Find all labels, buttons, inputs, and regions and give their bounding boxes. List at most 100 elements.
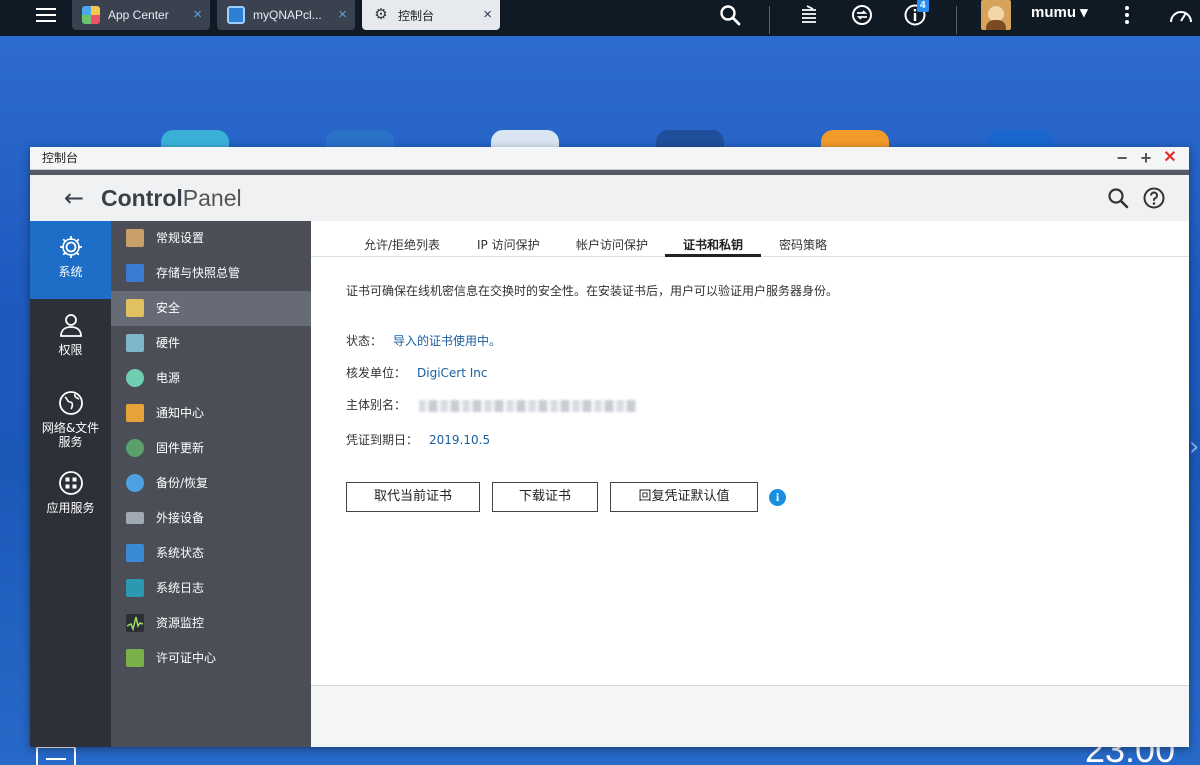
control-panel-header: ← ControlPanel xyxy=(30,175,1189,221)
sidebar-item-system-status[interactable]: 系统状态 xyxy=(111,536,311,571)
content-footer xyxy=(311,685,1189,747)
power-icon xyxy=(126,369,144,387)
chevron-right-icon[interactable]: › xyxy=(1189,432,1199,462)
sidebar-item-resource-monitor[interactable]: 资源监控 xyxy=(111,606,311,641)
status-value: 导入的证书使用中。 xyxy=(393,334,502,348)
tab-account-access-protection[interactable]: 帐户访问保护 xyxy=(576,238,648,252)
sidebar-item-backup[interactable]: 备份/恢复 xyxy=(111,466,311,501)
title-light: Panel xyxy=(182,185,242,211)
gear-icon xyxy=(59,236,82,258)
security-icon xyxy=(126,299,144,317)
sidebar-item-hardware[interactable]: 硬件 xyxy=(111,326,311,361)
username-menu[interactable]: mumu ▾ xyxy=(1031,4,1088,22)
license-icon xyxy=(126,649,144,667)
hardware-icon xyxy=(126,334,144,352)
download-certificate-button[interactable]: 下载证书 xyxy=(492,482,598,512)
category-label: 权限 xyxy=(58,343,83,357)
back-arrow-icon[interactable]: ← xyxy=(64,183,84,213)
sidebar-item-license[interactable]: 许可证中心 xyxy=(111,641,311,676)
title-bold: Control xyxy=(101,185,183,211)
restore-default-certificate-button[interactable]: 回复凭证默认值 xyxy=(610,482,758,512)
tab-password-policy[interactable]: 密码策略 xyxy=(779,238,827,252)
sync-icon[interactable] xyxy=(847,2,877,28)
category-label: 应用服务 xyxy=(46,501,95,515)
category-app-services[interactable]: 应用服务 xyxy=(30,457,111,535)
tab-control-panel[interactable]: ⚙ 控制台 × xyxy=(362,0,500,30)
sidebar-item-label: 外接设备 xyxy=(156,511,205,525)
subject-label: 主体别名： xyxy=(346,398,407,412)
info-icon[interactable]: 4 xyxy=(900,0,930,28)
close-icon[interactable]: × xyxy=(483,6,492,24)
sidebar-item-label: 常规设置 xyxy=(156,231,205,245)
tab-label: myQNAPcl... xyxy=(253,8,322,22)
sidebar-item-general-settings[interactable]: 常规设置 xyxy=(111,221,311,256)
divider xyxy=(956,6,957,34)
tab-myqnapcloud[interactable]: myQNAPcl... × xyxy=(217,0,355,30)
sidebar-item-label: 系统状态 xyxy=(156,546,205,560)
tab-bar: 允许/拒绝列表 IP 访问保护 帐户访问保护 证书和私钥 密码策略 xyxy=(311,221,1189,257)
expiry-value: 2019.10.5 xyxy=(429,433,491,447)
sidebar-item-firmware[interactable]: 固件更新 xyxy=(111,431,311,466)
notification-badge: 4 xyxy=(917,0,929,12)
help-icon[interactable] xyxy=(1143,187,1165,209)
replace-certificate-button[interactable]: 取代当前证书 xyxy=(346,482,480,512)
tab-ip-access-protection[interactable]: IP 访问保护 xyxy=(477,238,540,252)
certificate-description: 证书可确保在线机密信息在交换时的安全性。在安装证书后，用户可以验证用户服务器身份… xyxy=(346,284,839,298)
sidebar-item-power[interactable]: 电源 xyxy=(111,361,311,396)
search-icon[interactable] xyxy=(715,2,745,28)
page-title: ControlPanel xyxy=(101,184,242,212)
menu-icon[interactable] xyxy=(30,0,62,30)
sidebar-item-storage[interactable]: 存储与快照总管 xyxy=(111,256,311,291)
maximize-button[interactable]: + xyxy=(1136,148,1156,168)
gear-icon: ⚙ xyxy=(374,6,388,23)
sidebar-item-system-log[interactable]: 系统日志 xyxy=(111,571,311,606)
more-icon[interactable] xyxy=(1112,2,1142,28)
divider xyxy=(769,6,770,34)
sidebar-item-label: 固件更新 xyxy=(156,441,205,455)
search-icon[interactable] xyxy=(1107,187,1129,209)
category-network-file[interactable]: 网络&文件服务 xyxy=(30,377,111,457)
tab-allow-deny-list[interactable]: 允许/拒绝列表 xyxy=(364,238,440,252)
dashboard-icon[interactable] xyxy=(1166,2,1196,28)
sidebar-item-label: 安全 xyxy=(156,301,181,315)
window-titlebar[interactable]: 控制台 − + ✕ xyxy=(30,147,1189,170)
myqnapcloud-icon xyxy=(227,6,245,24)
issuer-value: DigiCert Inc xyxy=(417,366,488,380)
tab-label: 控制台 xyxy=(398,8,435,23)
submenu-sidebar: 常规设置 存储与快照总管 安全 硬件 电源 通知中心 固件更新 备份/恢复 外接… xyxy=(111,221,311,747)
active-tab-indicator xyxy=(665,254,761,257)
sidebar-item-external-device[interactable]: 外接设备 xyxy=(111,501,311,536)
notification-icon xyxy=(126,404,144,422)
sidebar-item-notification[interactable]: 通知中心 xyxy=(111,396,311,431)
tab-app-center[interactable]: App Center × xyxy=(72,0,210,30)
sidebar-item-label: 存储与快照总管 xyxy=(156,266,241,280)
close-icon[interactable]: × xyxy=(193,6,202,24)
subject-value-redacted xyxy=(419,400,637,412)
user-icon xyxy=(59,314,82,337)
sidebar-item-label: 备份/恢复 xyxy=(156,476,209,490)
desktop-widget-icon[interactable] xyxy=(36,746,76,765)
close-button[interactable]: ✕ xyxy=(1160,148,1180,168)
storage-icon xyxy=(126,264,144,282)
backup-icon xyxy=(126,474,144,492)
category-privilege[interactable]: 权限 xyxy=(30,299,111,377)
category-system[interactable]: 系统 xyxy=(30,221,111,299)
firmware-icon xyxy=(126,439,144,457)
minimize-button[interactable]: − xyxy=(1112,148,1132,168)
tab-certificate-private-key[interactable]: 证书和私钥 xyxy=(683,238,743,252)
category-label: 网络&文件服务 xyxy=(41,421,100,449)
globe-icon xyxy=(58,391,83,415)
info-icon[interactable]: i xyxy=(769,489,786,506)
stack-icon[interactable] xyxy=(794,2,824,28)
external-device-icon xyxy=(126,512,144,524)
close-icon[interactable]: × xyxy=(338,6,347,24)
sidebar-item-label: 硬件 xyxy=(156,336,181,350)
sidebar-item-label: 系统日志 xyxy=(156,581,205,595)
system-log-icon xyxy=(126,579,144,597)
avatar[interactable] xyxy=(981,0,1011,30)
grid-icon xyxy=(58,471,83,495)
system-status-icon xyxy=(126,544,144,562)
sidebar-item-security[interactable]: 安全 xyxy=(111,291,311,326)
sidebar-item-label: 资源监控 xyxy=(156,616,205,630)
resource-monitor-icon xyxy=(126,614,144,632)
